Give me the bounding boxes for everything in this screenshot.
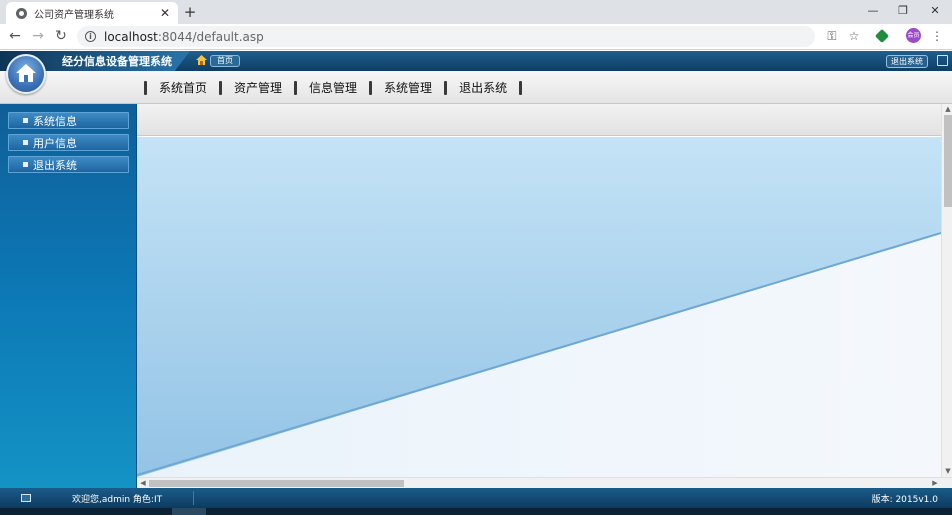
address-bar[interactable]: i localhost:8044/default.asp xyxy=(77,26,815,47)
home-link[interactable]: 首页 xyxy=(210,55,240,67)
monitor-icon xyxy=(21,494,31,502)
info-icon[interactable]: i xyxy=(85,31,96,42)
home-small-icon xyxy=(196,55,207,65)
extension-icon[interactable] xyxy=(874,28,890,44)
scroll-right-icon[interactable]: ▶ xyxy=(931,479,939,487)
taskbar-item[interactable] xyxy=(172,508,206,515)
minimize-icon[interactable]: — xyxy=(858,2,888,20)
vertical-scroll-thumb[interactable] xyxy=(944,115,952,207)
globe-icon xyxy=(16,7,27,19)
window-close-icon[interactable]: ✕ xyxy=(920,2,950,20)
sidebar-item-label: 系统信息 xyxy=(33,114,77,128)
tab-close-icon[interactable]: ✕ xyxy=(158,6,172,20)
system-title: 经分信息设备管理系统 xyxy=(62,55,172,68)
scroll-up-icon[interactable]: ▲ xyxy=(944,105,952,113)
sidebar: 系统信息 用户信息 退出系统 xyxy=(0,104,136,488)
sidebar-item-label: 用户信息 xyxy=(33,136,77,150)
bullet-icon xyxy=(23,162,28,167)
key-icon[interactable]: ⚿ xyxy=(824,28,840,44)
app-header: 经分信息设备管理系统 首页 退出系统 xyxy=(0,51,952,71)
content-header-bar xyxy=(137,104,941,136)
menu-dots-icon[interactable]: ⋮ xyxy=(929,28,945,44)
main-content-frame: ▲ ▼ ◀ ▶ xyxy=(136,104,952,488)
bullet-icon xyxy=(23,118,28,123)
status-footer: 欢迎您,admin 角色:IT 版本: 2015v1.0 xyxy=(0,488,952,508)
new-tab-button[interactable]: + xyxy=(181,3,199,21)
browser-tab[interactable]: 公司资产管理系统 ✕ xyxy=(6,2,178,24)
welcome-text: 欢迎您,admin 角色:IT xyxy=(72,495,163,505)
vertical-scrollbar[interactable]: ▲ ▼ xyxy=(941,104,952,477)
scroll-down-icon[interactable]: ▼ xyxy=(944,467,952,475)
nav-item-logout[interactable]: 退出系统 xyxy=(447,80,519,96)
nav-item-info[interactable]: 信息管理 xyxy=(297,80,369,96)
tab-title: 公司资产管理系统 xyxy=(34,9,114,21)
home-logo-icon xyxy=(6,54,46,94)
welcome-background-image xyxy=(137,137,941,477)
nav-item-home[interactable]: 系统首页 xyxy=(147,80,219,96)
forward-arrow-icon[interactable]: → xyxy=(29,27,47,45)
reload-icon[interactable]: ↻ xyxy=(52,27,70,45)
sidebar-item-system-info[interactable]: 系统信息 xyxy=(8,112,129,129)
horizontal-scroll-thumb[interactable] xyxy=(149,480,404,487)
profile-avatar[interactable]: 会员 xyxy=(906,28,921,43)
footer-divider xyxy=(193,491,194,505)
bullet-icon xyxy=(23,140,28,145)
nav-separator xyxy=(519,81,523,95)
browser-tabstrip: 公司资产管理系统 ✕ + — ❐ ✕ xyxy=(0,0,952,24)
nav-item-assets[interactable]: 资产管理 xyxy=(222,80,294,96)
sidebar-item-user-info[interactable]: 用户信息 xyxy=(8,134,129,151)
back-arrow-icon[interactable]: ← xyxy=(6,27,24,45)
restore-icon[interactable]: ❐ xyxy=(888,2,918,20)
nav-item-system[interactable]: 系统管理 xyxy=(372,80,444,96)
exit-icon[interactable] xyxy=(937,55,948,66)
header-logout-button[interactable]: 退出系统 xyxy=(886,55,928,68)
horizontal-scrollbar[interactable]: ◀ ▶ xyxy=(137,477,952,488)
os-taskbar xyxy=(0,508,952,515)
scroll-left-icon[interactable]: ◀ xyxy=(139,479,147,487)
url-text: localhost:8044/default.asp xyxy=(104,29,264,44)
browser-toolbar: ← → ↻ i localhost:8044/default.asp ⚿ ☆ ⋮ xyxy=(0,24,952,50)
star-icon[interactable]: ☆ xyxy=(846,28,862,44)
top-navigation: 系统首页 资产管理 信息管理 系统管理 退出系统 xyxy=(0,71,952,104)
sidebar-item-label: 退出系统 xyxy=(33,158,77,172)
sidebar-item-logout[interactable]: 退出系统 xyxy=(8,156,129,173)
version-text: 版本: 2015v1.0 xyxy=(871,495,938,505)
